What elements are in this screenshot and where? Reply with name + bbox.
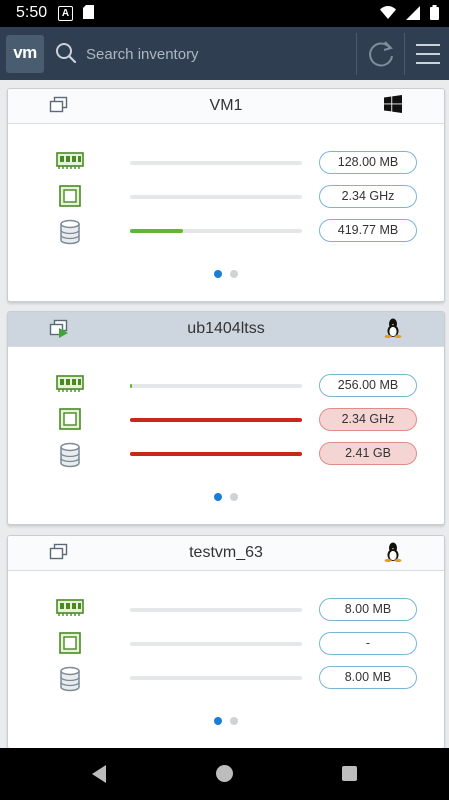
storage-row: 8.00 MB [8,666,444,692]
windows-icon [384,95,402,118]
memory-value: 8.00 MB [319,598,417,621]
storage-usage-bar [130,676,302,680]
cpu-usage-bar [130,418,302,422]
memory-row: 8.00 MB [8,598,444,622]
storage-usage-bar [130,229,302,233]
cpu-value: 2.34 GHz [319,185,417,208]
memory-row: 128.00 MB [8,151,444,175]
memory-value: 256.00 MB [319,374,417,397]
header-divider [404,33,405,75]
battery-icon [430,5,439,25]
page-dot-active[interactable] [214,270,222,278]
cpu-icon [56,632,84,661]
memory-icon [56,598,84,623]
cpu-row: 2.34 GHz [8,185,444,209]
hamburger-menu-icon [416,44,440,64]
memory-row: 256.00 MB [8,374,444,398]
storage-row: 419.77 MB [8,219,444,245]
memory-value: 128.00 MB [319,151,417,174]
page-indicator[interactable] [8,488,444,506]
cpu-row: - [8,632,444,656]
vm-card-header: testvm_63 [8,536,444,571]
memory-usage-bar [130,384,302,388]
page-indicator[interactable] [8,265,444,283]
page-dot[interactable] [230,270,238,278]
refresh-icon [369,41,393,67]
search-input[interactable] [84,39,338,69]
sd-card-icon [83,5,94,24]
linux-icon [384,542,402,567]
signal-icon [406,5,420,25]
app-header: vm [0,27,449,80]
status-bar: 5:50 A [0,0,449,27]
storage-usage-fill [130,229,184,233]
memory-usage-bar [130,608,302,612]
navigation-bar [0,748,449,800]
vm-name: testvm_63 [189,544,263,561]
storage-usage-bar [130,452,302,456]
home-icon[interactable] [216,765,233,782]
vm-card-header: VM1 [8,89,444,124]
notification-a-icon: A [58,6,73,21]
vmware-logo[interactable]: vm [6,35,44,73]
cpu-icon [56,408,84,437]
cpu-usage-bar [130,642,302,646]
memory-icon [56,374,84,399]
status-time: 5:50 [16,4,48,21]
cpu-value: 2.34 GHz [319,408,417,431]
header-divider [356,33,357,75]
linux-icon [384,318,402,343]
storage-row: 2.41 GB [8,442,444,468]
vm-card[interactable]: ub1404ltss 256.00 MB 2.34 GHz 2.41 GB [7,311,445,525]
storage-icon [56,442,84,473]
page-indicator[interactable] [8,712,444,730]
recents-icon[interactable] [342,766,357,781]
vm-card-header: ub1404ltss [8,312,444,347]
vm-card[interactable]: testvm_63 8.00 MB - 8.00 MB [7,535,445,749]
vm-name: ub1404ltss [187,320,265,337]
page-dot-active[interactable] [214,717,222,725]
back-icon[interactable] [90,764,108,789]
storage-value: 419.77 MB [319,219,417,242]
cpu-value: - [319,632,417,655]
menu-button[interactable] [410,36,446,72]
storage-value: 2.41 GB [319,442,417,465]
refresh-button[interactable] [362,36,400,72]
wifi-icon [380,6,396,24]
cpu-usage-fill [130,418,302,422]
memory-usage-bar [130,161,302,165]
cpu-usage-bar [130,195,302,199]
search-icon[interactable] [55,42,77,69]
vm-name: VM1 [209,97,243,114]
memory-icon [56,151,84,176]
storage-value: 8.00 MB [319,666,417,689]
page-dot[interactable] [230,717,238,725]
cpu-row: 2.34 GHz [8,408,444,432]
memory-usage-fill [130,384,132,388]
vm-card[interactable]: VM1 128.00 MB 2.34 GHz 419.77 MB [7,88,445,302]
page-dot[interactable] [230,493,238,501]
storage-usage-fill [130,452,302,456]
page-dot-active[interactable] [214,493,222,501]
cpu-icon [56,185,84,214]
storage-icon [56,666,84,697]
storage-icon [56,219,84,250]
